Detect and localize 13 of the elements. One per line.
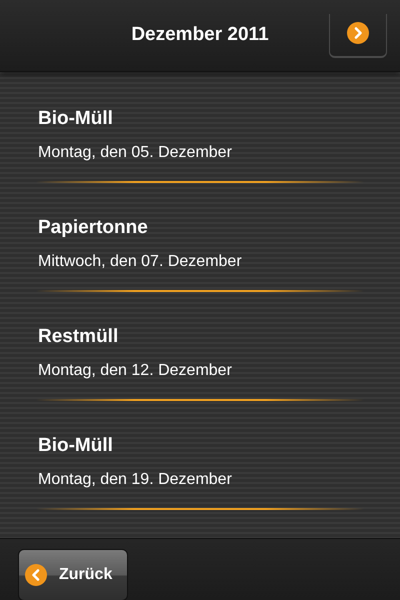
waste-type: Bio-Müll: [38, 107, 114, 131]
pickup-date: Montag, den 05. Dezember: [38, 143, 233, 163]
waste-type: Papiertonne: [38, 216, 149, 240]
next-month-button[interactable]: [329, 14, 387, 58]
pickup-date: Montag, den 19. Dezember: [38, 470, 233, 490]
waste-type: Bio-Müll: [38, 434, 114, 458]
back-button[interactable]: Zurück: [18, 548, 128, 600]
chevron-left-icon: [25, 564, 47, 586]
month-title: Dezember 2011: [131, 23, 269, 48]
pickup-date: Mittwoch, den 07. Dezember: [38, 252, 243, 272]
pickup-date: Montag, den 12. Dezember: [38, 361, 233, 381]
waste-type: Restmüll: [38, 325, 120, 349]
chevron-right-icon: [347, 22, 369, 44]
